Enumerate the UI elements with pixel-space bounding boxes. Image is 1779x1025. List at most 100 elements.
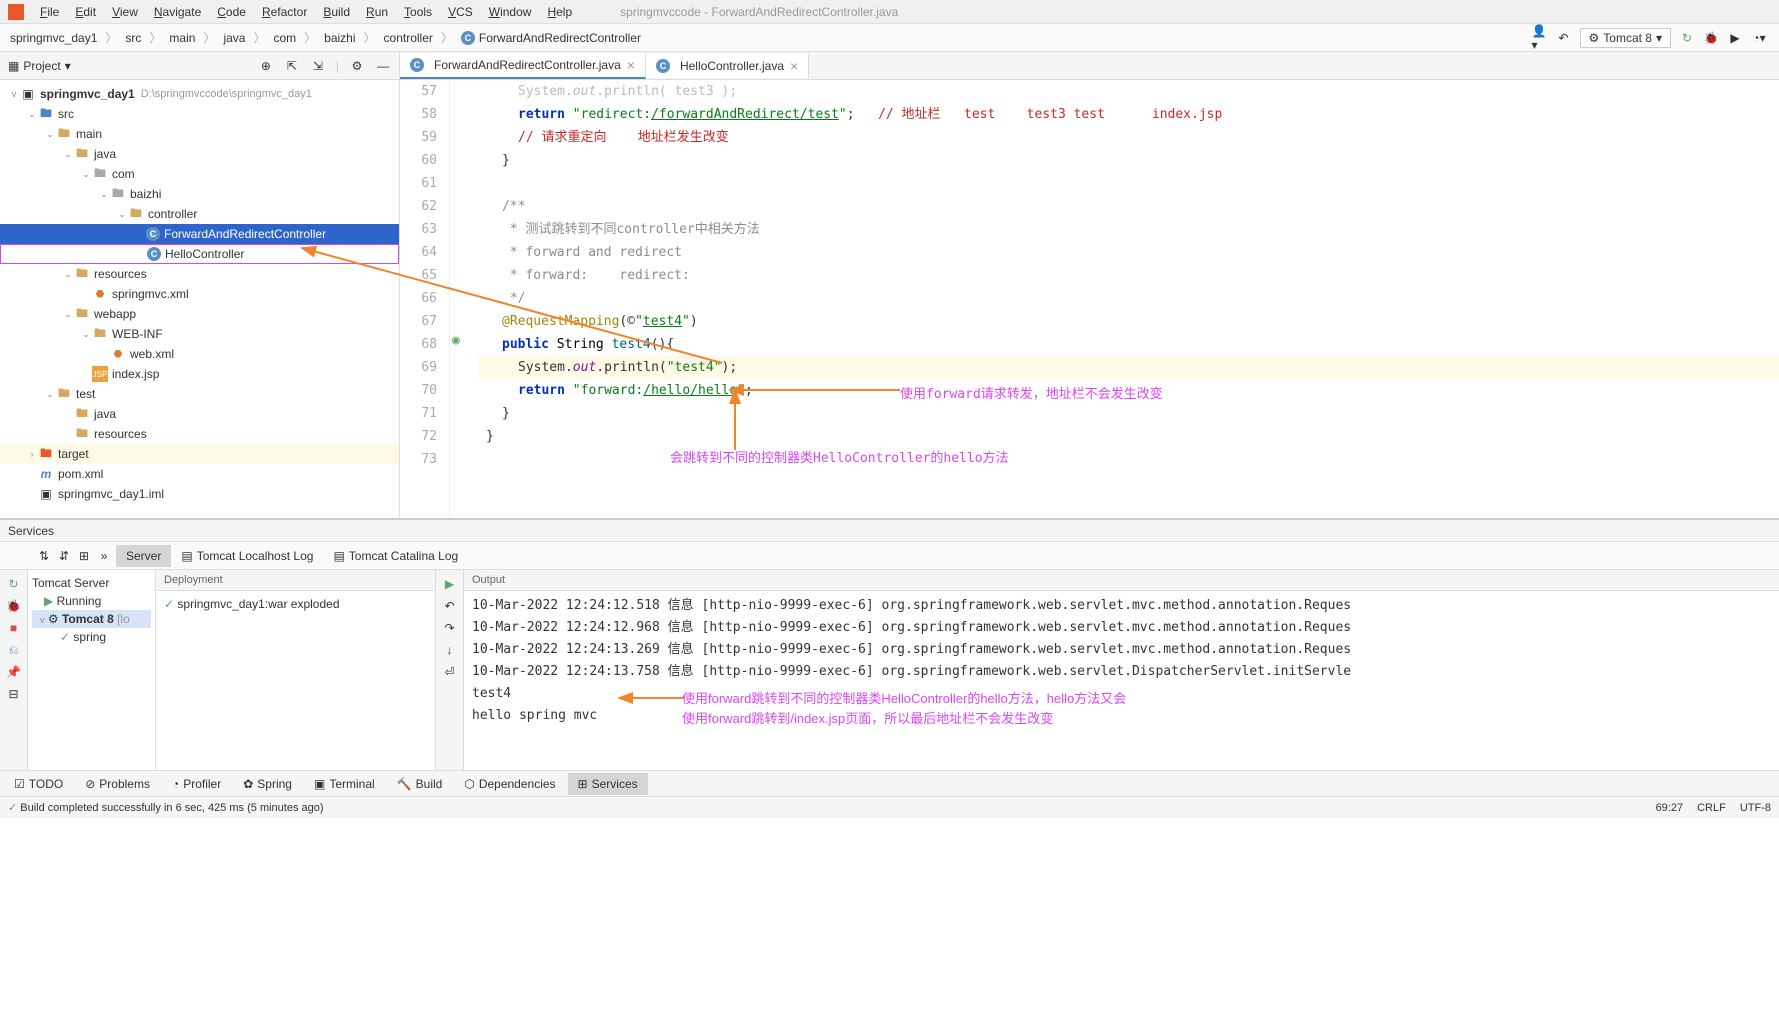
run-config-selector[interactable]: ⚙ Tomcat 8 ▾ (1580, 28, 1671, 48)
menu-run[interactable]: Run (358, 3, 396, 21)
pin-icon[interactable]: 📌 (6, 664, 22, 680)
tree-item-controller[interactable]: ⌄🖿controller (0, 204, 399, 224)
services-tab[interactable]: ▤ Tomcat Catalina Log (323, 545, 468, 567)
debug-icon[interactable]: 🐞 (6, 598, 22, 614)
rerun-icon[interactable]: ↻ (6, 576, 22, 592)
chevron-down-icon[interactable]: ▾ (65, 59, 71, 73)
tree-item-test[interactable]: ⌄🖿test (0, 384, 399, 404)
menu-vcs[interactable]: VCS (440, 3, 481, 21)
profiler-icon[interactable]: ◔▾ (1751, 30, 1767, 46)
spring-label[interactable]: spring (73, 630, 106, 644)
tree-item-pom-xml[interactable]: mpom.xml (0, 464, 399, 484)
close-icon[interactable]: × (790, 58, 798, 74)
user-icon[interactable]: 👤▾ (1532, 30, 1548, 46)
coverage-icon[interactable]: ▶ (1727, 30, 1743, 46)
tree-item-java[interactable]: ⌄🖿java (0, 144, 399, 164)
settings-icon[interactable]: ⎌ (6, 642, 22, 658)
undo-icon[interactable]: ↶ (442, 598, 458, 614)
editor-area: CForwardAndRedirectController.java×CHell… (400, 52, 1779, 518)
close-icon[interactable]: × (627, 57, 635, 73)
tomcat-node[interactable]: Tomcat 8 (62, 612, 114, 626)
bottom-tab-dependencies[interactable]: ⬡ Dependencies (454, 773, 565, 795)
menu-code[interactable]: Code (209, 3, 254, 21)
breadcrumb-item[interactable]: src (119, 29, 147, 47)
tree-item-forwardandredirectcontroller[interactable]: CForwardAndRedirectController (0, 224, 399, 244)
bottom-tab-todo[interactable]: ☑ TODO (4, 773, 73, 795)
tree-item-web-inf[interactable]: ⌄🖿WEB-INF (0, 324, 399, 344)
output-content[interactable]: 10-Mar-2022 12:24:12.518 信息 [http-nio-99… (464, 591, 1779, 731)
scroll-icon[interactable]: ↓ (442, 642, 458, 658)
breadcrumb-item[interactable]: baizhi (318, 29, 361, 47)
back-arrow-icon[interactable]: ↶ (1556, 30, 1572, 46)
tree-item-target[interactable]: ›🖿target (0, 444, 399, 464)
jsp-icon: JSP (92, 366, 108, 382)
tree-item-resources[interactable]: ⌄🖿resources (0, 264, 399, 284)
collapse-icon[interactable]: ⇲ (310, 58, 326, 74)
line-separator[interactable]: CRLF (1697, 802, 1726, 814)
tree-item-main[interactable]: ⌄🖿main (0, 124, 399, 144)
layout-icon[interactable]: ⊟ (6, 686, 22, 702)
tree-item-hellocontroller[interactable]: CHelloController (0, 244, 399, 264)
breadcrumb-item[interactable]: springmvc_day1 (4, 29, 103, 47)
deployment-item[interactable]: springmvc_day1:war exploded (177, 597, 339, 611)
tree-root[interactable]: v▣springmvc_day1D:\springmvccode\springm… (0, 84, 399, 104)
editor-content[interactable]: 5758596061626364656667686970717273 ◉ Sys… (400, 80, 1779, 518)
more-icon[interactable]: » (96, 548, 112, 564)
menu-build[interactable]: Build (315, 3, 358, 21)
menu-window[interactable]: Window (481, 3, 540, 21)
services-tab[interactable]: Server (116, 545, 171, 567)
menu-navigate[interactable]: Navigate (146, 3, 209, 21)
menu-refactor[interactable]: Refactor (254, 3, 315, 21)
breadcrumb-item[interactable]: com (267, 29, 302, 47)
target-icon[interactable]: ⊕ (258, 58, 274, 74)
gutter-mark-icon[interactable]: ◉ (452, 333, 460, 348)
cursor-position[interactable]: 69:27 (1656, 802, 1684, 814)
tree-item-java[interactable]: 🖿java (0, 404, 399, 424)
menu-help[interactable]: Help (539, 3, 580, 21)
bottom-tab-profiler[interactable]: ◔ Profiler (162, 773, 231, 795)
tree-item-index-jsp[interactable]: JSPindex.jsp (0, 364, 399, 384)
services-tab[interactable]: ▤ Tomcat Localhost Log (171, 545, 323, 567)
project-tree[interactable]: v▣springmvc_day1D:\springmvccode\springm… (0, 80, 399, 518)
debug-icon[interactable]: 🐞 (1703, 30, 1719, 46)
bottom-tab-services[interactable]: ⊞ Services (568, 773, 648, 795)
bottom-tab-build[interactable]: 🔨 Build (387, 773, 453, 795)
breadcrumb-item[interactable]: main (163, 29, 201, 47)
group-icon[interactable]: ⊞ (76, 548, 92, 564)
gear-icon[interactable]: ⚙ (349, 58, 365, 74)
menu-edit[interactable]: Edit (67, 3, 104, 21)
stop-icon[interactable]: ■ (6, 620, 22, 636)
filter2-icon[interactable]: ⇵ (56, 548, 72, 564)
tree-item-springmvc-xml[interactable]: ⬣springmvc.xml (0, 284, 399, 304)
services-tree[interactable]: Tomcat Server ▶ Running v ⚙ Tomcat 8 [lo… (28, 570, 156, 770)
tree-item-src[interactable]: ⌄🖿src (0, 104, 399, 124)
tree-item-com[interactable]: ⌄🖿com (0, 164, 399, 184)
editor-tab[interactable]: CHelloController.java× (646, 54, 809, 78)
expand-icon[interactable]: ⇱ (284, 58, 300, 74)
tree-item-resources[interactable]: 🖿resources (0, 424, 399, 444)
terminal-icon: ▣ (314, 777, 325, 791)
run-icon[interactable]: ↻ (1679, 30, 1695, 46)
tree-item-baizhi[interactable]: ⌄🖿baizhi (0, 184, 399, 204)
code-area[interactable]: System.out.println( test3 );return "redi… (470, 80, 1779, 518)
bottom-tab-terminal[interactable]: ▣ Terminal (304, 773, 385, 795)
breadcrumb-item[interactable]: java (217, 29, 251, 47)
menu-tools[interactable]: Tools (396, 3, 440, 21)
encoding[interactable]: UTF-8 (1740, 802, 1771, 814)
tree-item-webapp[interactable]: ⌄🖿webapp (0, 304, 399, 324)
breadcrumb-item[interactable]: controller (378, 29, 439, 47)
hide-icon[interactable]: — (375, 58, 391, 74)
tree-item-springmvc-day1-iml[interactable]: ▣springmvc_day1.iml (0, 484, 399, 504)
menu-view[interactable]: View (104, 3, 146, 21)
breadcrumb-item[interactable]: CForwardAndRedirectController (455, 29, 647, 47)
wrap-icon[interactable]: ⏎ (442, 664, 458, 680)
editor-tab[interactable]: CForwardAndRedirectController.java× (400, 53, 646, 79)
bottom-tab-problems[interactable]: ⊘ Problems (75, 773, 160, 795)
redo-icon[interactable]: ↷ (442, 620, 458, 636)
filter-icon[interactable]: ⇅ (36, 548, 52, 564)
play-icon[interactable]: ▶ (442, 576, 458, 592)
tree-item-web-xml[interactable]: ⬣web.xml (0, 344, 399, 364)
menu-file[interactable]: File (32, 3, 67, 21)
bottom-tab-spring[interactable]: ✿ Spring (233, 773, 302, 795)
package-icon: 🖿 (110, 186, 126, 202)
